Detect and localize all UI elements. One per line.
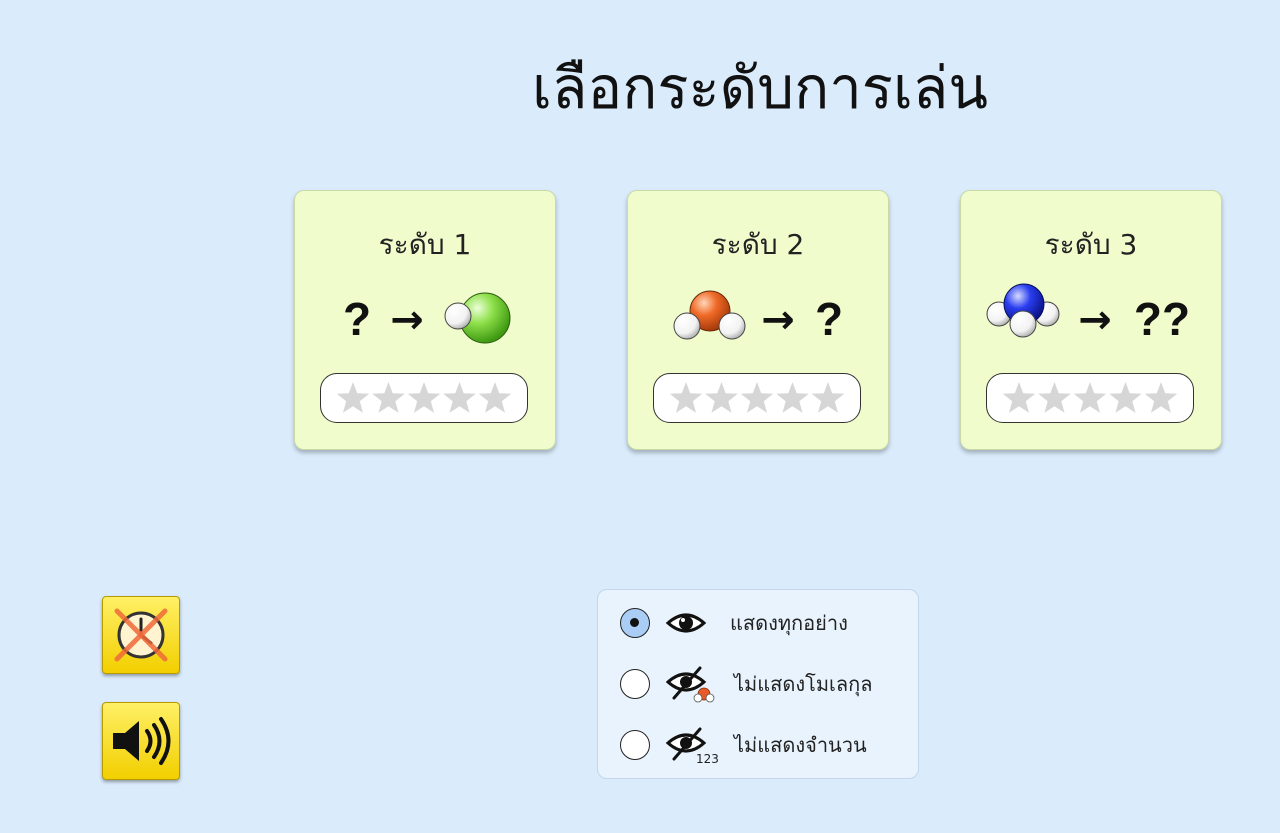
radio-hide-numbers[interactable] (620, 730, 650, 760)
star-icon (1144, 382, 1178, 413)
option-label-hide-molecules: ไม่แสดงโมเลกุล (734, 672, 873, 696)
star-icon (669, 382, 703, 413)
option-label-hide-numbers: ไม่แสดงจำนวน (734, 733, 867, 757)
star-icon (1073, 382, 1107, 413)
level-2-card[interactable]: ระดับ 2 → ? (627, 190, 889, 450)
star-icon (478, 382, 512, 413)
sound-toggle-button[interactable] (102, 702, 180, 780)
level-3-card[interactable]: ระดับ 3 → ?? (960, 190, 1222, 450)
arrow-icon: → (390, 297, 424, 343)
eye-hidden-number-icon: 123 (666, 725, 726, 765)
star-icon (811, 382, 845, 413)
timer-off-icon (114, 608, 168, 662)
level-2-label: ระดับ 2 (711, 228, 805, 261)
star-icon (443, 382, 476, 413)
radio-show-all[interactable] (620, 608, 650, 638)
star-icon (1038, 382, 1071, 413)
star-icon (740, 382, 774, 413)
level-1-stars (320, 373, 528, 423)
arrow-icon: → (761, 297, 795, 343)
speaker-on-icon (113, 717, 171, 765)
star-icon (1109, 382, 1142, 413)
level-2-equation: → ? (628, 283, 888, 353)
radio-hide-molecules[interactable] (620, 669, 650, 699)
level-3-equation: → ?? (961, 283, 1221, 353)
timer-toggle-button[interactable] (102, 596, 180, 674)
level-1-equation: ? → (295, 283, 555, 353)
arrow-icon: → (1078, 297, 1112, 343)
star-icon (336, 382, 370, 413)
ammonia-molecule-icon (986, 283, 1060, 338)
display-options-panel: แสดงทุกอย่าง ไม่แสดงโมเลกุล 123 ไม่แสดงจ… (597, 589, 919, 779)
level-1-card[interactable]: ระดับ 1 ? → (294, 190, 556, 450)
option-hide-numbers[interactable]: 123 ไม่แสดงจำนวน (620, 725, 910, 765)
level-3-label: ระดับ 3 (1044, 228, 1138, 261)
option-show-all[interactable]: แสดงทุกอย่าง (620, 603, 910, 643)
eye-hidden-molecule-icon (666, 664, 726, 704)
level-1-label: ระดับ 1 (378, 228, 472, 261)
level-3-stars (986, 373, 1194, 423)
option-hide-molecules[interactable]: ไม่แสดงโมเลกุล (620, 664, 910, 704)
star-icon (372, 382, 405, 413)
option-label-show-all: แสดงทุกอย่าง (730, 611, 848, 635)
question-mark: ? (815, 293, 843, 345)
eye-icon (666, 603, 726, 643)
question-marks: ?? (1134, 293, 1190, 345)
star-icon (705, 382, 738, 413)
level-2-stars (653, 373, 861, 423)
hcl-molecule-icon (444, 292, 511, 344)
number-glyph: 123 (696, 752, 719, 765)
page-title: เลือกระดับการเล่น (532, 54, 988, 122)
water-molecule-icon (673, 290, 746, 340)
star-icon (776, 382, 809, 413)
star-icon (407, 382, 441, 413)
star-icon (1002, 382, 1036, 413)
question-mark: ? (343, 293, 371, 345)
